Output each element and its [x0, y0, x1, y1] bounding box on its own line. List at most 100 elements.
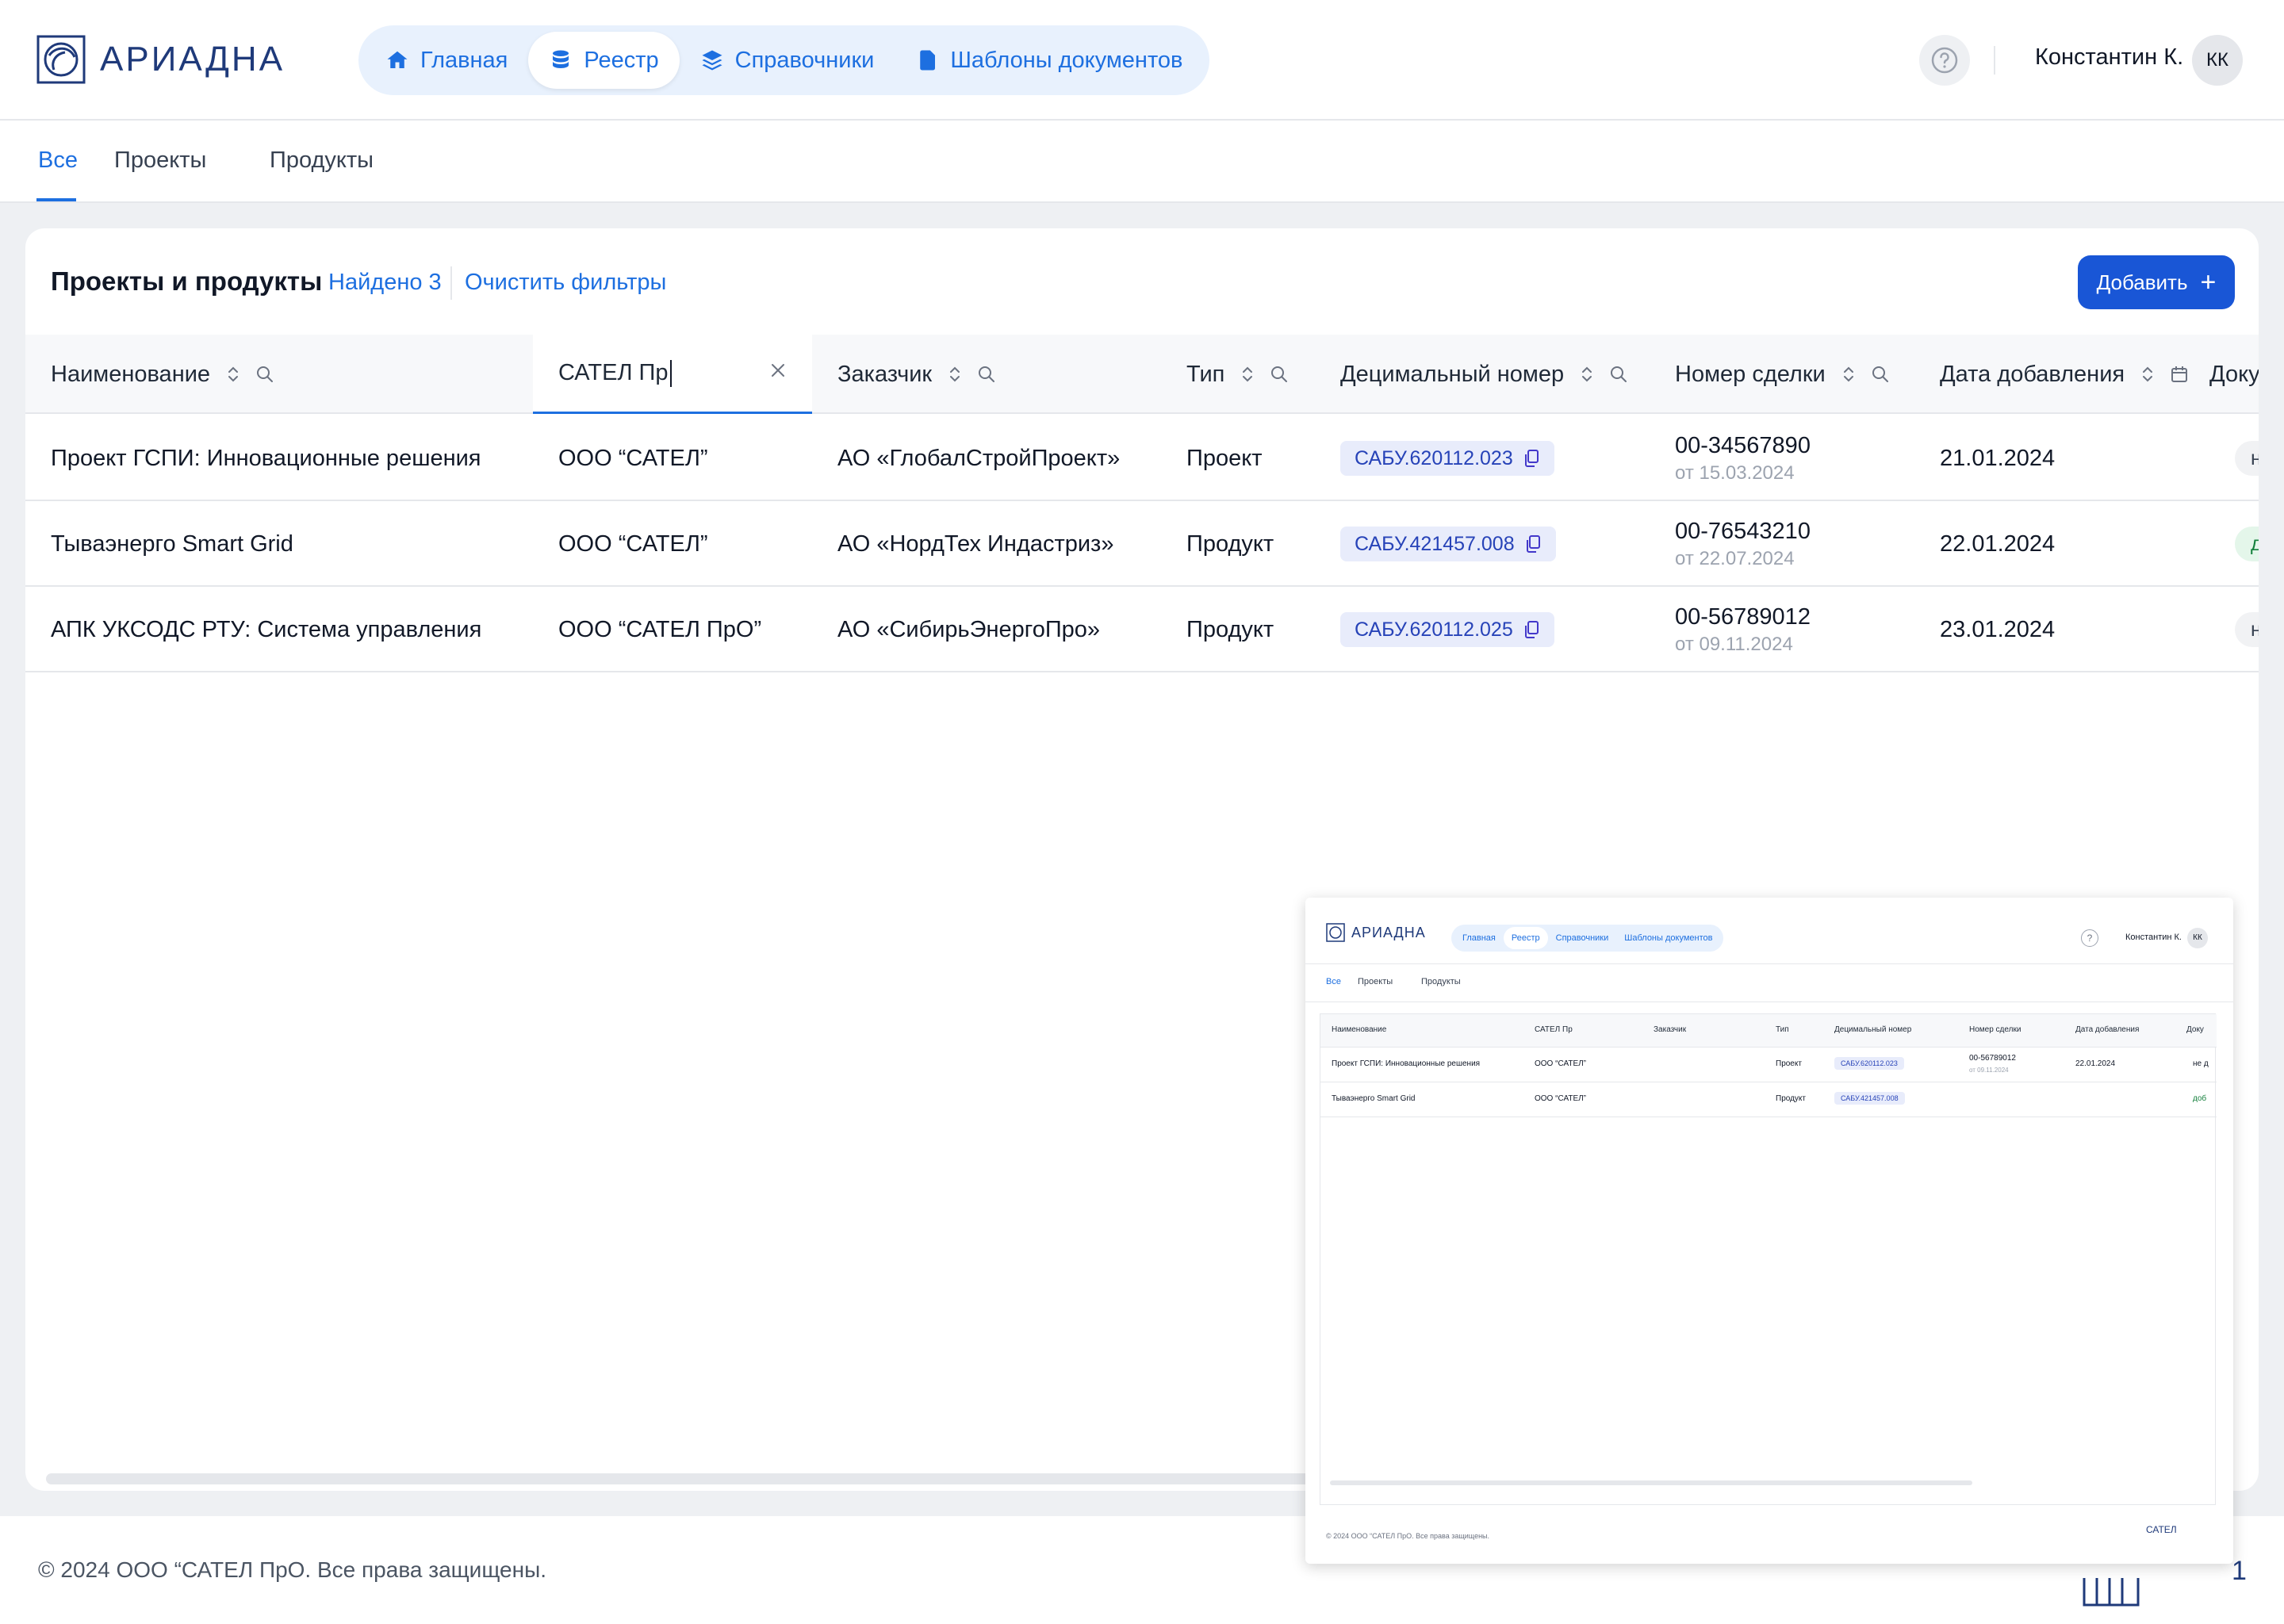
nav-item-registry[interactable]: Реестр — [528, 32, 680, 89]
clear-filters-link[interactable]: Очистить фильтры — [465, 270, 666, 296]
preview-table-row: Проект ГСПИ: Инновационные решения ООО “… — [1320, 1048, 2217, 1082]
nav-item-directories[interactable]: Справочники — [680, 32, 895, 89]
preview-cell: ООО “САТЕЛ” — [1535, 1094, 1587, 1103]
search-icon[interactable] — [1870, 364, 1891, 385]
preview-table-header: Наименование САТЕЛ Пр Заказчик Тип Децим… — [1320, 1014, 2217, 1048]
avatar[interactable]: КК — [2192, 35, 2243, 86]
status-badge: не д — [2235, 612, 2259, 647]
screen-preview-thumbnail: АРИАДНА Главная Реестр Справочники Шабло… — [1305, 898, 2233, 1564]
table-row[interactable]: Проект ГСПИ: Инновационные решения ООО “… — [25, 416, 2259, 501]
copy-icon[interactable] — [1524, 534, 1542, 553]
decimal-value: САБУ.620112.025 — [1355, 618, 1513, 641]
cell-name: Проект ГСПИ: Инновационные решения — [51, 445, 481, 471]
preview-column: САТЕЛ Пр — [1535, 1025, 1573, 1034]
database-icon — [553, 50, 569, 68]
preview-column: Тип — [1776, 1025, 1789, 1034]
sort-icon[interactable] — [224, 364, 242, 385]
help-button[interactable] — [1919, 35, 1970, 86]
column-label: Децимальный номер — [1340, 361, 1565, 387]
decimal-chip[interactable]: САБУ.620112.023 — [1340, 441, 1554, 476]
registry-tabs: Все Проекты Продукты — [0, 121, 2284, 203]
cell-deal: 00-76543210 от 22.07.2024 — [1675, 501, 1811, 587]
copyright-text: © 2024 ООО “САТЕЛ ПрО. Все права защищен… — [38, 1557, 546, 1582]
preview-brand: САТЕЛ — [2146, 1524, 2177, 1535]
app-name: АРИАДНА — [100, 40, 286, 79]
cell-customer: АО «СибирьЭнергоПро» — [837, 616, 1101, 642]
preview-logo: АРИАДНА — [1326, 923, 1426, 942]
preview-app-name: АРИАДНА — [1351, 924, 1426, 940]
sort-icon[interactable] — [1840, 364, 1857, 385]
calendar-icon[interactable] — [2169, 364, 2190, 385]
document-icon — [920, 50, 936, 71]
preview-tab: Все — [1326, 977, 1341, 986]
table-row[interactable]: Тываэнерго Smart Grid ООО “САТЕЛ” АО «Но… — [25, 501, 2259, 587]
preview-avatar: КК — [2187, 928, 2208, 948]
column-label: Заказчик — [837, 361, 933, 387]
filter-value: САТЕЛ Пр — [558, 360, 669, 385]
sort-icon[interactable] — [1578, 364, 1596, 385]
nav-item-home[interactable]: Главная — [365, 32, 528, 89]
column-type[interactable]: Тип — [1186, 335, 1290, 414]
preview-nav-item: Реестр — [1503, 927, 1548, 949]
column-name[interactable]: Наименование — [51, 335, 275, 414]
decimal-chip[interactable]: САБУ.421457.008 — [1340, 527, 1556, 561]
preview-nav-item: Главная — [1462, 933, 1496, 943]
preview-nav-item: Шаблоны документов — [1624, 933, 1713, 943]
main-nav: Главная Реестр Справочники Шаблоны докум… — [358, 25, 1210, 95]
organization-filter-input[interactable]: САТЕЛ Пр — [533, 335, 812, 414]
cell-decimal: САБУ.620112.025 — [1340, 587, 1554, 672]
ariadna-logo-icon — [36, 35, 86, 84]
user-name[interactable]: Константин К. — [2035, 44, 2183, 71]
cell-type: Проект — [1186, 445, 1263, 471]
tab-all[interactable]: Все — [38, 147, 78, 174]
sort-icon[interactable] — [2139, 364, 2156, 385]
search-icon[interactable] — [976, 364, 997, 385]
close-icon[interactable] — [769, 362, 787, 379]
cell-date-added: 21.01.2024 — [1940, 445, 2056, 471]
search-icon[interactable] — [1608, 364, 1629, 385]
ariadna-logo-icon — [1326, 923, 1345, 942]
cell-decimal: САБУ.620112.023 — [1340, 416, 1554, 501]
tab-products[interactable]: Продукты — [270, 147, 374, 174]
preview-table-card: Наименование САТЕЛ Пр Заказчик Тип Децим… — [1320, 1013, 2217, 1505]
active-tab-indicator — [36, 198, 76, 201]
preview-cell: ООО “САТЕЛ” — [1535, 1059, 1587, 1068]
home-icon — [387, 51, 408, 68]
nav-item-label: Шаблоны документов — [950, 47, 1183, 73]
cell-date-added: 22.01.2024 — [1940, 530, 2056, 557]
cell-organization: ООО “САТЕЛ ПрО” — [558, 616, 762, 642]
cell-customer: АО «НордТех Индастриз» — [837, 530, 1114, 557]
copy-icon[interactable] — [1523, 620, 1540, 639]
deal-date: от 15.03.2024 — [1675, 462, 1795, 484]
column-deal-number[interactable]: Номер сделки — [1675, 335, 1891, 414]
search-icon[interactable] — [1269, 364, 1290, 385]
sort-icon[interactable] — [946, 364, 964, 385]
copy-icon[interactable] — [1523, 449, 1540, 468]
cell-name: АПК УКСОДС РТУ: Система управления — [51, 616, 482, 642]
column-documents[interactable]: Доку — [2209, 335, 2259, 414]
search-icon[interactable] — [255, 364, 275, 385]
column-date-added[interactable]: Дата добавления — [1940, 335, 2190, 414]
question-icon: ? — [2081, 929, 2098, 947]
cell-status: не д — [2235, 416, 2259, 501]
table-row[interactable]: АПК УКСОДС РТУ: Система управления ООО “… — [25, 587, 2259, 672]
column-customer[interactable]: Заказчик — [837, 335, 997, 414]
column-decimal-number[interactable]: Децимальный номер — [1340, 335, 1629, 414]
app-logo[interactable]: АРИАДНА — [36, 35, 285, 84]
cell-status: не д — [2235, 587, 2259, 672]
cell-status: доб — [2235, 501, 2259, 587]
nav-item-templates[interactable]: Шаблоны документов — [895, 32, 1203, 89]
sort-icon[interactable] — [1239, 364, 1256, 385]
add-button[interactable]: Добавить + — [2078, 255, 2235, 309]
cell-decimal: САБУ.421457.008 — [1340, 501, 1556, 587]
preview-scrollbar — [1330, 1480, 1972, 1485]
decimal-chip[interactable]: САБУ.620112.025 — [1340, 612, 1554, 647]
preview-nav: Главная Реестр Справочники Шаблоны докум… — [1451, 925, 1724, 952]
text-cursor — [669, 359, 672, 387]
tab-projects[interactable]: Проекты — [114, 147, 206, 174]
table-header: Наименование САТЕЛ Пр Заказчик Тип Децим… — [25, 335, 2259, 414]
title-divider — [450, 266, 452, 300]
header-divider — [1994, 46, 1995, 75]
page-title: Проекты и продукты — [51, 266, 323, 296]
preview-header: АРИАДНА Главная Реестр Справочники Шабло… — [1305, 898, 2233, 964]
